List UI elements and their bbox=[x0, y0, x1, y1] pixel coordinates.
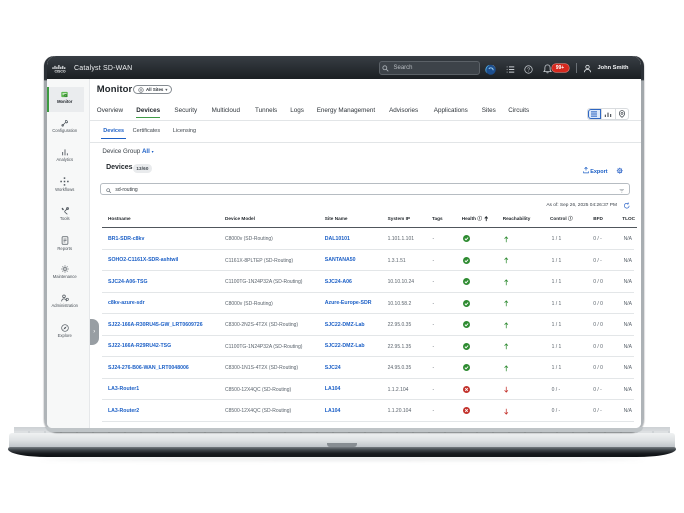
svg-text:?: ? bbox=[527, 67, 530, 73]
svg-text:CISCO: CISCO bbox=[54, 70, 65, 73]
